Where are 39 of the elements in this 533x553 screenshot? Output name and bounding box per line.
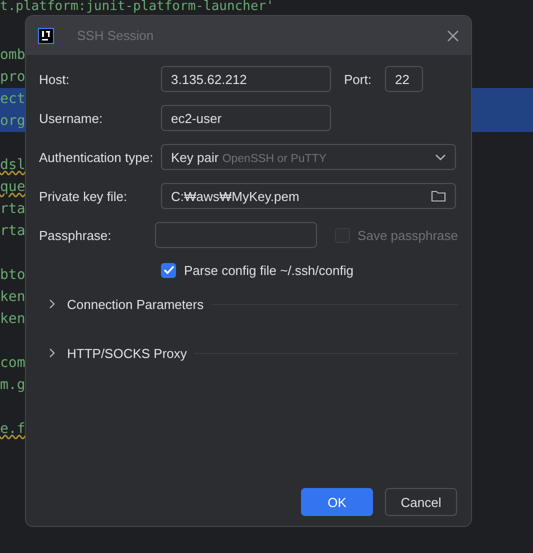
code-line: rta [0, 200, 26, 219]
chevron-icon[interactable] [48, 348, 56, 358]
port-label: Port: [344, 72, 371, 86]
passphrase-label: Passphrase: [39, 228, 112, 242]
chevron-icon[interactable] [48, 299, 56, 309]
code-line: dsl [0, 156, 26, 175]
code-line: omb [0, 46, 26, 65]
cancel-button[interactable]: Cancel [385, 488, 457, 516]
save-passphrase-label: Save passphrase [358, 228, 458, 242]
auth-type-label: Authentication type: [39, 150, 154, 164]
code-line: ken [0, 310, 26, 329]
folder-icon[interactable] [431, 190, 446, 202]
parse-config-checkbox[interactable] [161, 262, 176, 278]
app-logo-icon [38, 28, 54, 44]
auth-type-dropdown[interactable]: Key pair OpenSSH or PuTTY [161, 144, 456, 170]
chevron-down-icon [435, 154, 446, 160]
private-key-label: Private key file: [39, 188, 128, 204]
section-header[interactable]: HTTP/SOCKS Proxy [67, 346, 187, 360]
passphrase-field[interactable] [154, 222, 318, 248]
window-title: SSH Session [77, 28, 155, 43]
username-field[interactable]: ec2-user [161, 105, 331, 131]
ok-button[interactable]: OK [301, 488, 373, 516]
private-key-field[interactable]: C:₩aws₩MyKey.pem [161, 183, 456, 209]
code-line: e.f [0, 420, 26, 439]
host-label: Host: [39, 72, 70, 86]
username-label: Username: [39, 110, 104, 126]
close-icon[interactable] [447, 30, 459, 42]
code-line: t.platform:junit-platform-launcher' [0, 0, 274, 15]
code-line: pro [0, 68, 26, 87]
code-line: ken [0, 288, 26, 307]
code-line: m.g [0, 376, 26, 395]
port-field[interactable]: 22 [385, 66, 423, 92]
parse-config-label: Parse config file ~/.ssh/config [184, 262, 354, 278]
code-line: rta [0, 222, 26, 241]
section-header[interactable]: Connection Parameters [67, 296, 204, 312]
host-field[interactable]: 3.135.62.212 [161, 66, 331, 92]
code-line: com [0, 354, 26, 373]
code-line: que [0, 178, 26, 197]
code-line: bto [0, 266, 26, 285]
